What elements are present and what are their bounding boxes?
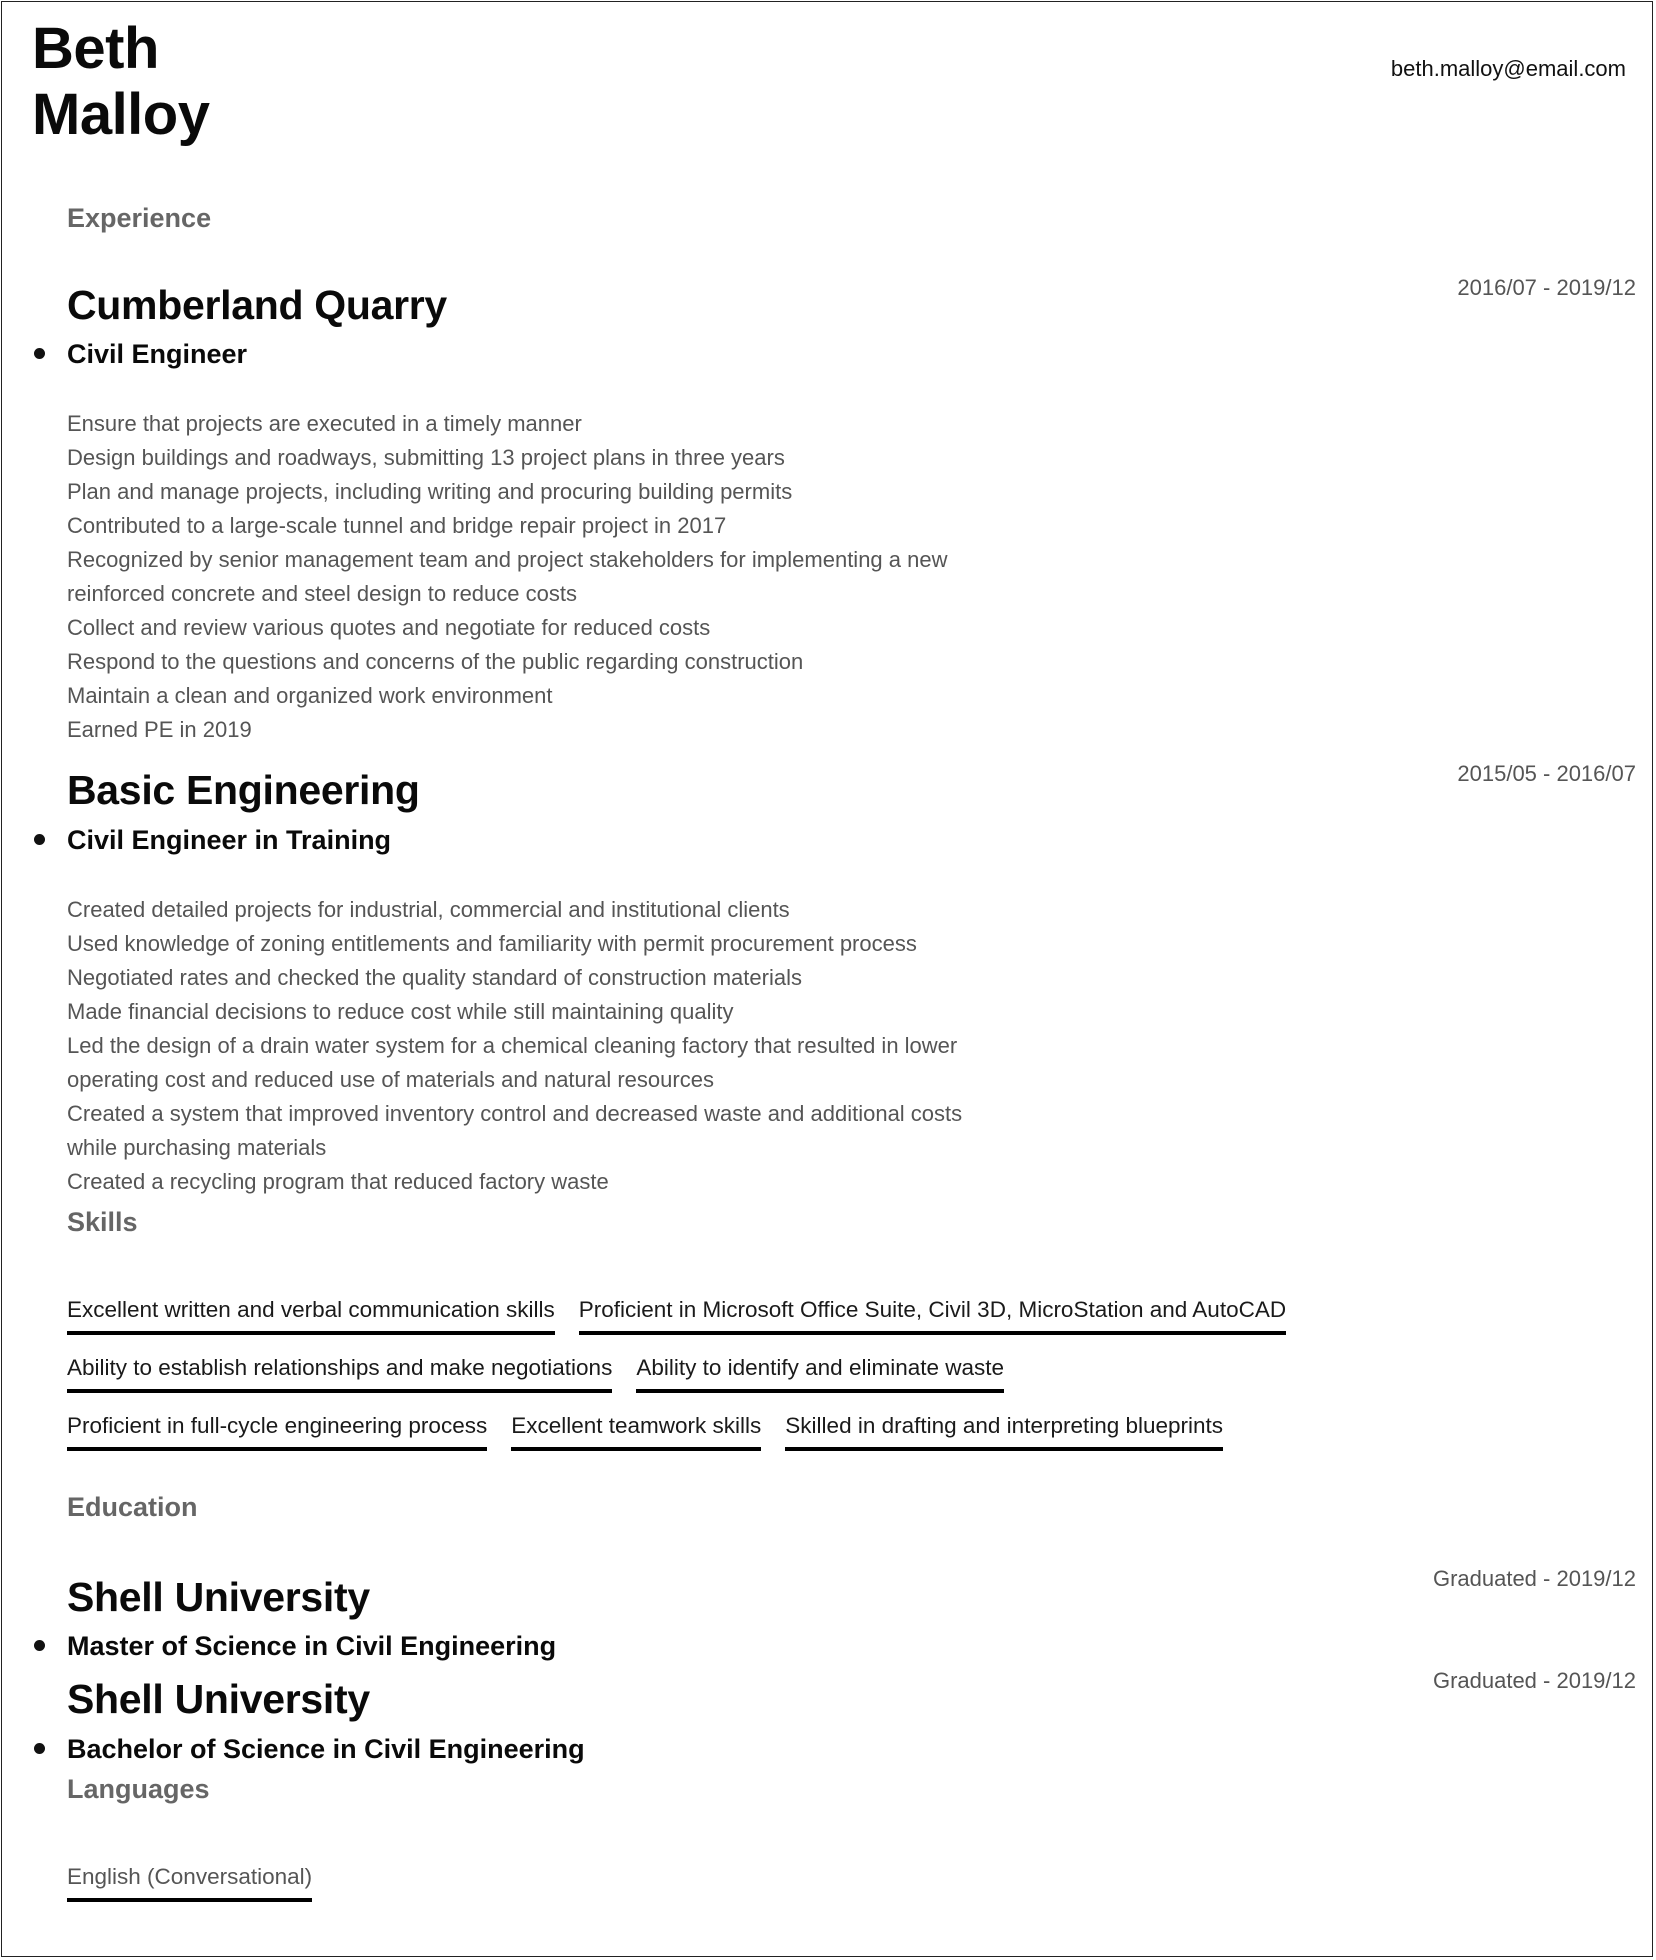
job-role: Civil Engineer [67, 339, 248, 369]
description-line: Made financial decisions to reduce cost … [67, 999, 734, 1024]
description-line: operating cost and reduced use of materi… [67, 1067, 714, 1092]
description-line: reinforced concrete and steel design to … [67, 581, 577, 606]
bullet-icon [34, 1743, 45, 1754]
description-line: Created a system that improved inventory… [67, 1101, 963, 1126]
school-name: Shell University [67, 1676, 370, 1722]
skill-tag: Proficient in full-cycle engineering pro… [67, 1414, 488, 1451]
description-line: Design buildings and roadways, submittin… [67, 445, 785, 470]
skill-tag: Ability to identify and eliminate waste [636, 1356, 1005, 1393]
job-dates: 2016/07 - 2019/12 [1457, 275, 1636, 300]
skills-row: Proficient in full-cycle engineering pro… [67, 1414, 1224, 1451]
description-line: Negotiated rates and checked the quality… [67, 965, 802, 990]
description-line: Created detailed projects for industrial… [67, 897, 790, 922]
email-link[interactable]: beth.malloy@email.com [1391, 56, 1626, 82]
job-dates: 2015/05 - 2016/07 [1457, 761, 1636, 786]
description-line: Created a recycling program that reduced… [67, 1169, 609, 1194]
school-name: Shell University [67, 1574, 370, 1620]
graduation-date: Graduated - 2019/12 [1432, 1668, 1636, 1693]
skill-tag: Ability to establish relationships and m… [67, 1356, 613, 1393]
section-title-experience: Experience [67, 203, 212, 233]
skill-tag: Excellent written and verbal communicati… [67, 1298, 555, 1335]
last-name: Malloy [32, 82, 210, 147]
language-item: English (Conversational) [67, 1865, 313, 1902]
skill-tag: Excellent teamwork skills [511, 1414, 762, 1451]
description-line: Respond to the questions and concerns of… [67, 649, 804, 674]
bullet-icon [34, 834, 45, 845]
bullet-icon [34, 348, 45, 359]
description-line: while purchasing materials [67, 1135, 327, 1160]
description-line: Maintain a clean and organized work envi… [67, 683, 553, 708]
section-title-languages: Languages [67, 1774, 210, 1804]
description-line: Used knowledge of zoning entitlements an… [67, 931, 917, 956]
description-line: Earned PE in 2019 [67, 717, 252, 742]
degree: Bachelor of Science in Civil Engineering [67, 1734, 585, 1764]
description-line: Collect and review various quotes and ne… [67, 615, 711, 640]
description-line: Recognized by senior management team and… [67, 547, 948, 572]
job-description: Created detailed projects for industrial… [67, 893, 962, 1199]
skills-row: Ability to establish relationships and m… [67, 1356, 1005, 1393]
first-name: Beth [32, 16, 159, 81]
description-line: Contributed to a large-scale tunnel and … [67, 513, 727, 538]
job-description: Ensure that projects are executed in a t… [67, 407, 947, 747]
skill-tag: Proficient in Microsoft Office Suite, Ci… [578, 1298, 1287, 1335]
skills-row: Excellent written and verbal communicati… [67, 1298, 1287, 1335]
company-name: Cumberland Quarry [67, 282, 447, 328]
graduation-date: Graduated - 2019/12 [1432, 1566, 1636, 1591]
description-line: Ensure that projects are executed in a t… [67, 411, 582, 436]
skill-tag: Skilled in drafting and interpreting blu… [785, 1414, 1224, 1451]
description-line: Plan and manage projects, including writ… [67, 479, 793, 504]
bullet-icon [34, 1640, 45, 1651]
company-name: Basic Engineering [67, 767, 420, 813]
section-title-skills: Skills [67, 1207, 138, 1237]
section-title-education: Education [67, 1492, 198, 1522]
job-role: Civil Engineer in Training [67, 825, 392, 855]
degree: Master of Science in Civil Engineering [67, 1631, 557, 1661]
description-line: Led the design of a drain water system f… [67, 1033, 958, 1058]
